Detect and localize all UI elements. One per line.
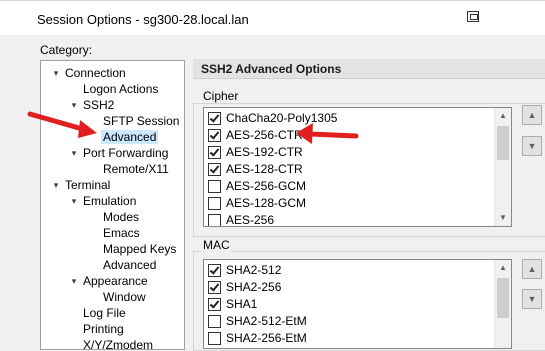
cipher-list-scrollbar[interactable]: ▲ ▼ xyxy=(494,108,511,226)
mac-checkbox[interactable] xyxy=(208,332,221,345)
tree-item-label: Logon Actions xyxy=(83,82,159,96)
scroll-up-icon[interactable]: ▲ xyxy=(495,260,511,276)
tree-item-terminal[interactable]: Terminal xyxy=(65,177,110,193)
tree-item-label: Advanced xyxy=(101,130,159,144)
category-label: Category: xyxy=(40,43,93,57)
tree-item-label: Terminal xyxy=(65,178,111,192)
tree-item-label: Appearance xyxy=(83,274,148,288)
tree-item-log-file[interactable]: Log File xyxy=(83,305,126,321)
cipher-checkbox[interactable] xyxy=(208,112,221,125)
tree-item-ssh2[interactable]: SSH2 xyxy=(83,97,114,113)
tree-item-advanced[interactable]: Advanced xyxy=(101,129,159,145)
panel-header: SSH2 Advanced Options xyxy=(193,59,545,79)
cipher-item-label: AES-256-CTR xyxy=(226,128,303,142)
category-tree[interactable]: ▾ Connection Logon Actions ▾ SSH2 SFTP Sessio… xyxy=(40,60,185,350)
cipher-list[interactable]: AES-256 AES-128-GCM AES-256-GCM AES-128-CTR… xyxy=(203,107,512,227)
scroll-thumb[interactable] xyxy=(497,278,509,318)
tree-item-appearance[interactable]: Appearance xyxy=(83,273,148,289)
cipher-checkbox[interactable] xyxy=(208,129,221,142)
mac-checkbox[interactable] xyxy=(208,315,221,328)
tree-item-emulation[interactable]: Emulation xyxy=(83,193,136,209)
chevron-down-icon[interactable]: ▾ xyxy=(51,177,61,193)
tree-item-window[interactable]: Window xyxy=(103,289,146,305)
cipher-item-label: AES-256-GCM xyxy=(226,179,307,193)
tree-item-port-forwarding[interactable]: Port Forwarding xyxy=(83,145,168,161)
tree-item-emulation-advanced[interactable]: Advanced xyxy=(103,257,156,273)
cipher-item-label: AES-192-CTR xyxy=(226,145,303,159)
window-title: Session Options - sg300-28.local.lan xyxy=(37,12,249,27)
mac-checkbox[interactable] xyxy=(208,298,221,311)
checkmark-icon xyxy=(209,112,220,123)
mac-move-down-button[interactable]: ▼ xyxy=(522,289,542,309)
mac-checkbox[interactable] xyxy=(208,264,221,277)
checkmark-icon xyxy=(209,264,220,275)
chevron-down-icon[interactable]: ▾ xyxy=(69,193,79,209)
tree-item-label: Emacs xyxy=(103,226,140,240)
cipher-checkbox[interactable] xyxy=(208,180,221,193)
mac-item-label: SHA2-256 xyxy=(226,280,282,294)
tree-item-connection[interactable]: Connection xyxy=(65,65,126,81)
tree-item-xyzmodem[interactable]: X/Y/Zmodem xyxy=(83,337,154,350)
cipher-move-up-button[interactable]: ▲ xyxy=(522,105,542,125)
tree-item-label: Emulation xyxy=(83,194,137,208)
mac-list[interactable]: SHA2-256-EtM SHA2-512-EtM SHA1 SHA2-256 SHA2… xyxy=(203,259,512,349)
tree-item-logon-actions[interactable]: Logon Actions xyxy=(83,81,158,97)
window-restore-icon[interactable] xyxy=(467,11,479,22)
chevron-down-icon[interactable]: ▾ xyxy=(69,97,79,113)
mac-item-label: SHA2-512-EtM xyxy=(226,314,307,328)
tree-item-label: Mapped Keys xyxy=(103,242,177,256)
tree-item-label: Advanced xyxy=(103,258,157,272)
tree-item-label: Printing xyxy=(83,322,124,336)
panel-title: SSH2 Advanced Options xyxy=(201,62,342,76)
checkmark-icon xyxy=(209,163,220,174)
chevron-down-icon[interactable]: ▾ xyxy=(69,273,79,289)
tree-item-emacs[interactable]: Emacs xyxy=(103,225,140,241)
cipher-checkbox[interactable] xyxy=(208,146,221,159)
tree-item-printing[interactable]: Printing xyxy=(83,321,124,337)
mac-item-label: SHA2-256-EtM xyxy=(226,331,307,345)
cipher-group-label: Cipher xyxy=(202,89,240,103)
cipher-move-down-button[interactable]: ▼ xyxy=(522,136,542,156)
tree-item-label: Connection xyxy=(65,66,126,80)
cipher-item-label: AES-256 xyxy=(226,213,275,227)
tree-item-remote-x11[interactable]: Remote/X11 xyxy=(103,161,169,177)
mac-item-label: SHA1 xyxy=(226,297,258,311)
mac-move-up-button[interactable]: ▲ xyxy=(522,259,542,279)
session-options-window: Session Options - sg300-28.local.lan Cat… xyxy=(0,0,545,351)
mac-group-label: MAC xyxy=(202,238,231,252)
cipher-checkbox[interactable] xyxy=(208,214,221,226)
tree-item-label: SSH2 xyxy=(83,98,115,112)
tree-item-label: Window xyxy=(103,290,146,304)
tree-item-label: SFTP Session xyxy=(103,114,180,128)
tree-item-label: X/Y/Zmodem xyxy=(83,338,154,350)
scroll-thumb[interactable] xyxy=(497,126,509,160)
tree-item-modes[interactable]: Modes xyxy=(103,209,139,225)
tree-item-label: Modes xyxy=(103,210,140,224)
checkmark-icon xyxy=(209,298,220,309)
tree-item-label: Port Forwarding xyxy=(83,146,169,160)
checkmark-icon xyxy=(209,146,220,157)
scroll-up-icon[interactable]: ▲ xyxy=(495,108,511,124)
cipher-checkbox[interactable] xyxy=(208,197,221,210)
scroll-down-icon[interactable]: ▼ xyxy=(495,210,511,226)
mac-list-scrollbar[interactable]: ▲ xyxy=(494,260,511,348)
chevron-down-icon[interactable]: ▾ xyxy=(51,65,61,81)
tree-item-label: Log File xyxy=(83,306,126,320)
tree-item-label: Remote/X11 xyxy=(103,162,169,176)
tree-item-mapped-keys[interactable]: Mapped Keys xyxy=(103,241,176,257)
chevron-down-icon[interactable]: ▾ xyxy=(69,145,79,161)
mac-item-label: SHA2-512 xyxy=(226,263,282,277)
tree-item-sftp-session[interactable]: SFTP Session xyxy=(103,113,179,129)
mac-checkbox[interactable] xyxy=(208,281,221,294)
title-bar: Session Options - sg300-28.local.lan xyxy=(0,1,545,35)
cipher-item-label: AES-128-GCM xyxy=(226,196,307,210)
checkmark-icon xyxy=(209,281,220,292)
cipher-item-label: AES-128-CTR xyxy=(226,162,303,176)
cipher-checkbox[interactable] xyxy=(208,163,221,176)
checkmark-icon xyxy=(209,129,220,140)
cipher-item-label: ChaCha20-Poly1305 xyxy=(226,111,338,125)
